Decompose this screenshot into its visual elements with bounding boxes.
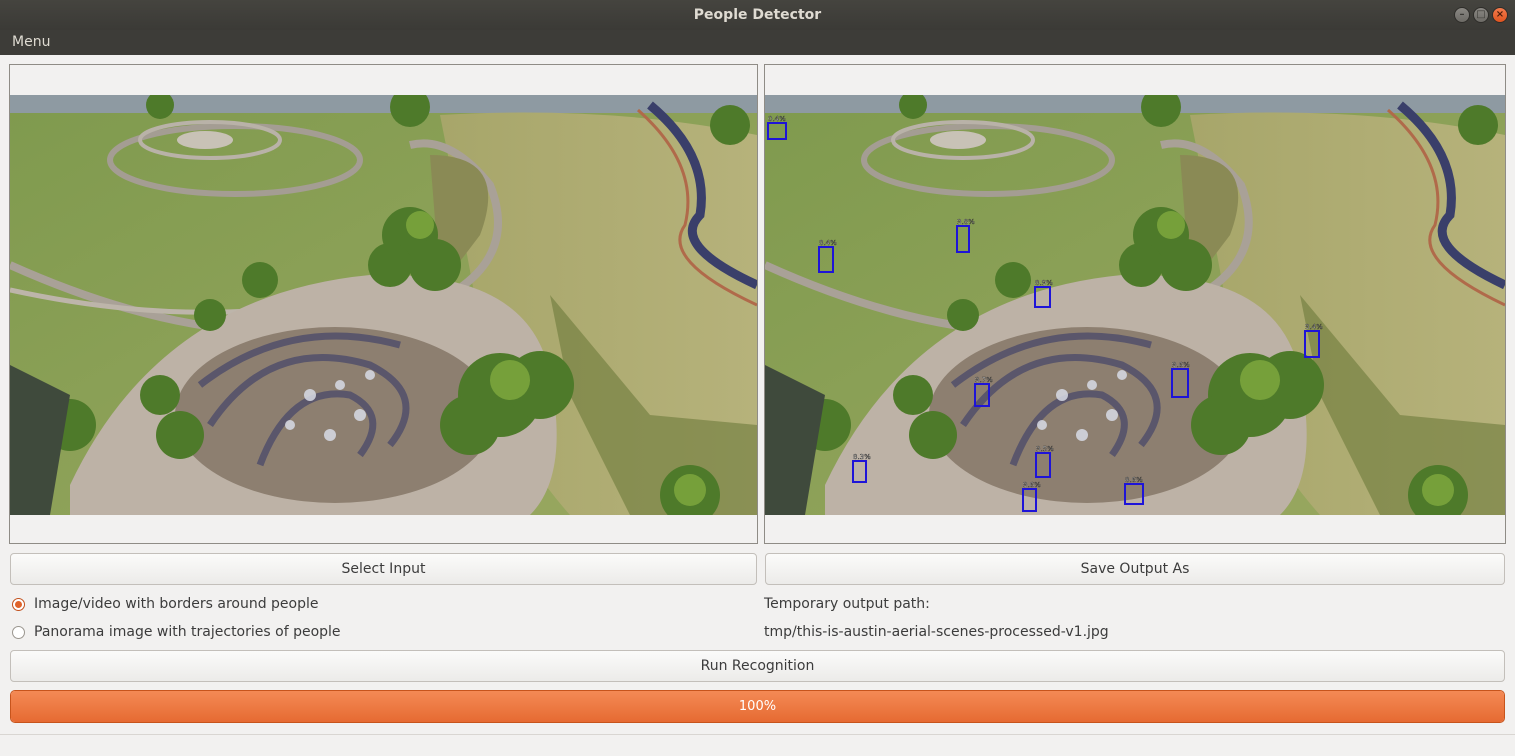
output-path-heading: Temporary output path: — [764, 596, 930, 612]
panorama-option[interactable]: Panorama image with trajectories of peop… — [12, 624, 341, 640]
detection-label: 9.8% — [957, 218, 975, 226]
menu-bar: Menu — [0, 30, 1515, 55]
input-image — [10, 95, 757, 515]
close-icon[interactable]: × — [1492, 7, 1508, 23]
detection-label: 8.4% — [819, 239, 837, 247]
window-controls: – □ × — [1454, 7, 1508, 23]
detection-label: 9.6% — [1023, 481, 1041, 489]
detection-label: 0.4% — [768, 115, 786, 123]
output-image: 0.4% 8.4% 9.8% 8.9% 9.4% 9.6% 9.7% 8.3% 9.5% 9.6%… — [765, 95, 1505, 515]
detection-label: 8.6% — [1125, 476, 1143, 484]
output-image-panel: 0.4% 8.4% 9.8% 8.9% 9.4% 9.6% 9.7% 8.3% 9.5% 9.6%… — [764, 64, 1506, 544]
borders-option-label: Image/video with borders around people — [34, 596, 319, 612]
detection-label: 9.4% — [1305, 323, 1323, 331]
output-path-value: tmp/this-is-austin-aerial-scenes-process… — [764, 624, 1109, 640]
maximize-icon[interactable]: □ — [1473, 7, 1489, 23]
progress-bar: 100% — [10, 690, 1505, 723]
save-output-button[interactable]: Save Output As — [765, 553, 1505, 585]
detection-label: 8.3% — [853, 453, 871, 461]
panorama-radio[interactable] — [12, 625, 25, 639]
detection-label: 9.7% — [975, 376, 993, 384]
status-bar — [0, 734, 1515, 735]
detection-label: 9.5% — [1036, 445, 1054, 453]
run-recognition-button[interactable]: Run Recognition — [10, 650, 1505, 682]
detection-label: 8.9% — [1035, 279, 1053, 287]
detection-label: 9.6% — [1172, 361, 1190, 369]
select-input-button[interactable]: Select Input — [10, 553, 757, 585]
borders-radio[interactable] — [12, 597, 25, 611]
panorama-option-label: Panorama image with trajectories of peop… — [34, 624, 341, 640]
window-title: People Detector — [693, 7, 822, 23]
title-bar: People Detector – □ × — [0, 0, 1515, 30]
minimize-icon[interactable]: – — [1454, 7, 1470, 23]
menu-item-menu[interactable]: Menu — [12, 34, 50, 50]
input-image-panel — [9, 64, 758, 544]
progress-label: 100% — [738, 699, 777, 714]
borders-option[interactable]: Image/video with borders around people — [12, 596, 319, 612]
